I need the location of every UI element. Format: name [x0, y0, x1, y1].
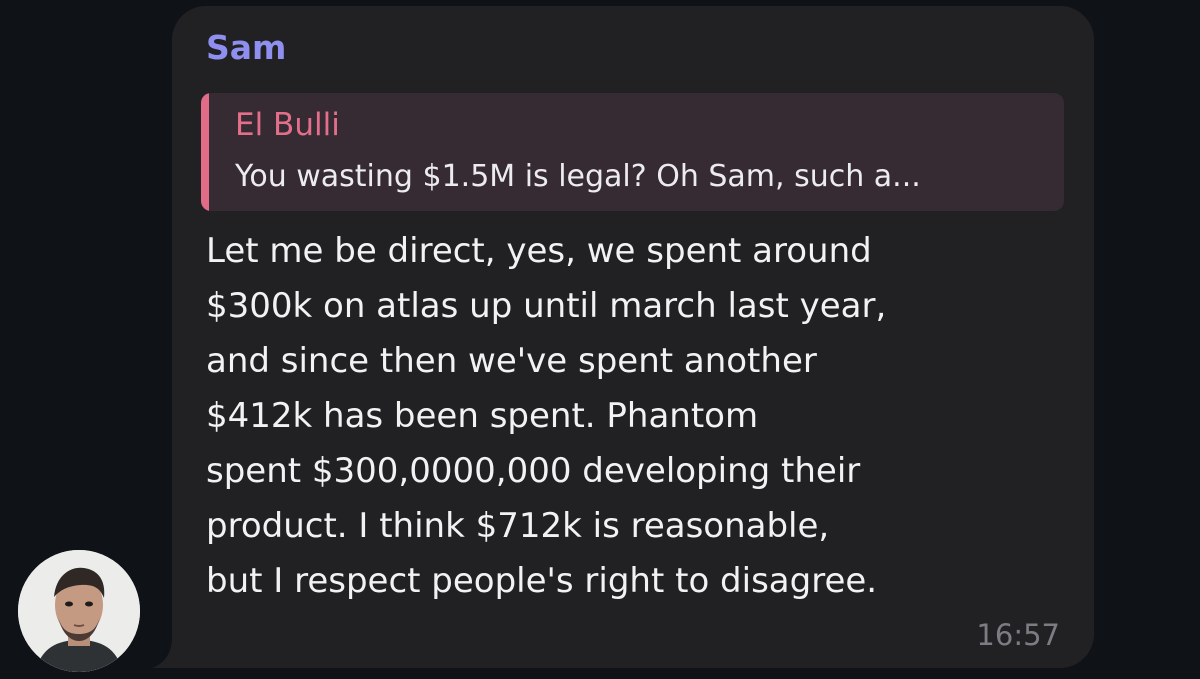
sender-avatar[interactable]: [18, 550, 140, 672]
message-line: spent $300,0000,000 developing their: [206, 451, 861, 491]
message-time: 16:57: [976, 618, 1060, 652]
message-line: and since then we've spent another: [206, 341, 817, 381]
message-line: but I respect people's right to disagree…: [206, 561, 878, 601]
sender-name[interactable]: Sam: [206, 28, 286, 68]
message-line: Let me be direct, yes, we spent around: [206, 231, 872, 271]
message-bubble[interactable]: Sam El Bulli You wasting $1.5M is legal?…: [172, 6, 1094, 668]
message-line: $412k has been spent. Phantom: [206, 396, 759, 436]
avatar-icon: [18, 550, 140, 672]
chat-view: Sam El Bulli You wasting $1.5M is legal?…: [0, 0, 1200, 679]
reply-preview[interactable]: El Bulli You wasting $1.5M is legal? Oh …: [201, 93, 1064, 211]
message-line: product. I think $712k is reasonable,: [206, 506, 830, 546]
message-text: Let me be direct, yes, we spent around $…: [206, 224, 1066, 609]
reply-accent-bar: [201, 93, 209, 211]
reply-author: El Bulli: [235, 107, 340, 143]
reply-text: You wasting $1.5M is legal? Oh Sam, such…: [235, 159, 921, 194]
message-line: $300k on atlas up until march last year,: [206, 286, 887, 326]
